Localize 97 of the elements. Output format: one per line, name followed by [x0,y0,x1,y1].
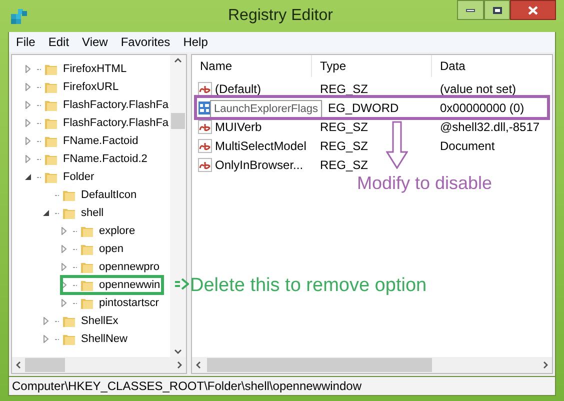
scroll-up-icon[interactable] [174,58,182,63]
expand-arrow-icon[interactable] [60,263,68,271]
window-title: Registry Editor [228,6,333,26]
value-type: REG_SZ [320,158,368,172]
registry-cubes-icon [10,8,28,24]
expand-arrow-icon[interactable] [24,137,32,145]
folder-icon [80,278,94,292]
expand-arrow-icon[interactable] [24,119,32,127]
annotation-text: Modify to disable [357,172,492,195]
close-button[interactable] [510,0,556,20]
minimize-button[interactable] [457,0,484,20]
folder-icon [80,224,94,238]
string-value-icon [198,120,212,134]
maximize-button[interactable] [484,0,510,20]
folder-icon [80,260,94,274]
tree-item[interactable]: opennewwin [99,276,160,294]
column-header[interactable]: Name [192,55,312,77]
value-name[interactable]: MultiSelectModel [215,136,306,154]
folder-icon [44,116,58,130]
horizontal-scrollbar[interactable] [12,357,186,373]
value-type: REG_SZ [320,82,368,96]
tree-item[interactable]: FirefoxHTML [63,60,127,78]
folder-icon [80,242,94,256]
expand-arrow-icon[interactable] [42,335,50,343]
value-data: (value not set) [440,82,516,96]
expand-arrow-icon[interactable] [60,281,68,289]
column-header[interactable]: Data [432,55,552,77]
right-arrow-icon [175,277,189,291]
vertical-scrollbar[interactable] [170,55,186,357]
value-type: REG_SZ [320,120,368,134]
folder-icon [62,188,76,202]
scrollbar-thumb[interactable] [207,358,432,372]
scrollbar-thumb[interactable] [25,358,65,372]
scroll-right-icon[interactable] [177,361,182,369]
folder-icon [62,314,76,328]
scroll-right-icon[interactable] [543,361,548,369]
collapse-arrow-icon[interactable] [42,209,50,217]
close-icon [528,6,538,14]
tree-item[interactable]: FirefoxURL [63,78,119,96]
expand-arrow-icon[interactable] [24,83,32,91]
tree-item[interactable]: FName.Factoid [63,132,138,150]
value-type: REG_SZ [320,138,368,152]
expand-arrow-icon[interactable] [42,317,50,325]
folder-icon [44,80,58,94]
expand-arrow-icon[interactable] [24,65,32,73]
tree-item[interactable]: FlashFactory.FlashFa [63,96,169,114]
tree-item[interactable]: shell [81,204,104,222]
scroll-left-icon[interactable] [16,361,21,369]
folder-icon [80,296,94,310]
tree-item[interactable]: DefaultIcon [81,186,137,204]
tree-item[interactable]: pintostartscr [99,294,159,312]
expand-arrow-icon[interactable] [24,101,32,109]
folder-icon [44,170,58,184]
tree-item[interactable]: FName.Factoid.2 [63,150,148,168]
string-value-icon [198,82,212,96]
menu-item[interactable]: Edit [48,33,70,51]
folder-icon [44,152,58,166]
tooltip: LaunchExplorerFlags [210,100,322,118]
value-type: EG_DWORD [328,100,399,114]
tree-item[interactable]: opennewpro [99,258,160,276]
scroll-left-icon[interactable] [196,361,201,369]
string-value-icon [198,138,212,152]
value-name[interactable]: (Default) [215,80,262,98]
horizontal-scrollbar[interactable] [192,357,552,373]
expand-arrow-icon[interactable] [60,227,68,235]
tree-item[interactable]: explore [99,222,136,240]
folder-icon [44,62,58,76]
down-arrow-icon [386,121,408,169]
value-data: @shell32.dll,-8517 [440,120,540,134]
status-path: Computer\HKEY_CLASSES_ROOT\Folder\shell\opennewwindow [12,378,362,395]
value-data: Document [440,138,495,152]
expand-arrow-icon[interactable] [60,245,68,253]
menu-item[interactable]: File [16,33,36,51]
collapse-arrow-icon[interactable] [24,173,32,181]
value-name[interactable]: OnlyInBrowser... [215,156,304,174]
tree-item[interactable]: open [99,240,124,258]
expand-arrow-icon[interactable] [60,299,68,307]
folder-icon [44,134,58,148]
folder-icon [62,206,76,220]
tree-item[interactable]: FlashFactory.FlashFa [63,114,169,132]
menu-item[interactable]: Help [183,33,208,51]
tree-item[interactable]: ShellEx [81,312,118,330]
tree-item[interactable]: ShellNew [81,330,128,348]
binary-value-icon [198,100,212,114]
menu-item[interactable]: View [82,33,108,51]
value-name[interactable]: MUIVerb [215,118,262,136]
folder-icon [44,98,58,112]
string-value-icon [198,158,212,172]
expand-arrow-icon[interactable] [24,155,32,163]
scroll-down-icon[interactable] [174,349,182,354]
menu-item[interactable]: Favorites [120,33,170,51]
scrollbar-thumb[interactable] [171,113,185,129]
value-data: 0x00000000 (0) [440,100,524,114]
folder-icon [62,332,76,346]
annotation-text: Delete this to remove option [190,274,427,298]
column-header[interactable]: Type [312,55,432,77]
tree-item[interactable]: Folder [63,168,94,186]
